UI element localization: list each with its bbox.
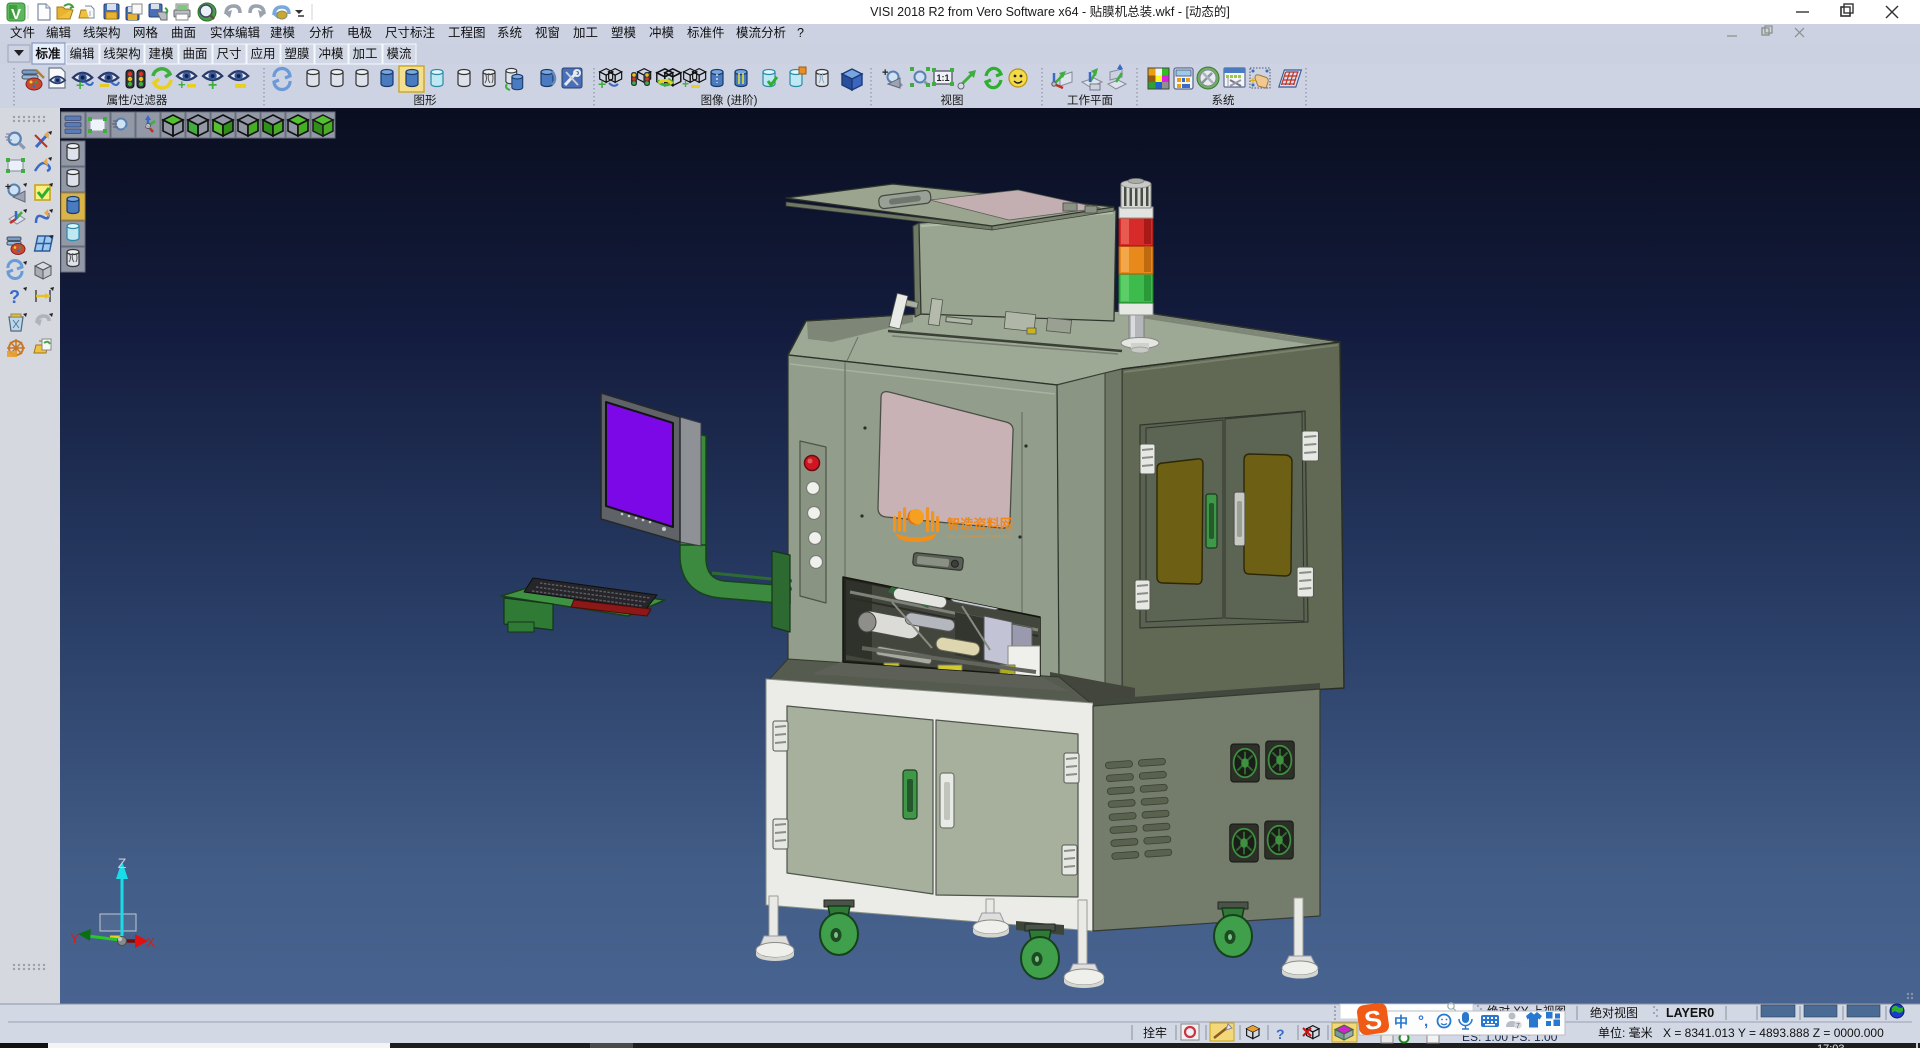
svg-text:标准: 标准 <box>34 46 61 61</box>
svg-text:分析: 分析 <box>309 26 334 40</box>
svg-text:尺寸: 尺寸 <box>216 47 241 61</box>
svg-text:线架构: 线架构 <box>103 46 141 61</box>
svg-text:图形: 图形 <box>414 94 437 107</box>
svg-text:塑模: 塑模 <box>611 25 637 40</box>
svg-text:17:03: 17:03 <box>1817 1043 1845 1048</box>
svg-text:冲模: 冲模 <box>649 25 675 40</box>
svg-text:应用: 应用 <box>250 46 275 61</box>
svg-text:建模: 建模 <box>270 26 296 40</box>
svg-text:编辑: 编辑 <box>46 25 71 40</box>
svg-text:+: + <box>208 77 217 94</box>
svg-text:单位: 毫米: 单位: 毫米 <box>1598 1025 1653 1040</box>
svg-text:建模: 建模 <box>148 47 174 61</box>
svg-text:编辑: 编辑 <box>69 46 94 61</box>
svg-text:°,: °, <box>1418 1013 1428 1030</box>
svg-text:视图: 视图 <box>941 93 964 107</box>
svg-text:Y: Y <box>70 930 80 946</box>
svg-text:+: + <box>882 67 888 79</box>
svg-text:电极: 电极 <box>347 26 373 40</box>
svg-text:模流分析: 模流分析 <box>736 26 786 40</box>
svg-text:加工: 加工 <box>352 47 377 61</box>
svg-text:?: ? <box>797 26 804 40</box>
svg-text:属性/过滤器: 属性/过滤器 <box>107 93 168 107</box>
svg-text:X = 8341.013 Y = 4893.888 Z =: X = 8341.013 Y = 4893.888 Z = 0000.000 <box>1663 1026 1884 1040</box>
svg-text:视窗: 视窗 <box>535 25 560 40</box>
svg-text:中: 中 <box>1394 1014 1408 1030</box>
svg-text:X: X <box>146 934 156 950</box>
svg-text:智造资料网: 智造资料网 <box>947 516 1013 532</box>
svg-text:VISI 2018 R2 from Vero Softwar: VISI 2018 R2 from Vero Software x64 - 贴膜… <box>870 4 1230 19</box>
svg-text:7: 7 <box>1516 1023 1520 1030</box>
svg-text:Z: Z <box>118 855 127 871</box>
svg-text:加工: 加工 <box>573 26 598 40</box>
svg-text:网格: 网格 <box>133 25 159 40</box>
svg-text:模流: 模流 <box>386 47 412 61</box>
svg-text:?: ? <box>1276 1026 1285 1042</box>
svg-text:系统: 系统 <box>1212 94 1235 107</box>
svg-text:冲模: 冲模 <box>318 46 344 61</box>
svg-text:曲面: 曲面 <box>171 26 196 40</box>
svg-text:+: + <box>178 77 186 92</box>
svg-text:?: ? <box>9 287 20 307</box>
svg-text:+: + <box>5 182 11 193</box>
svg-text:曲面: 曲面 <box>182 47 207 61</box>
svg-text:塑膜: 塑膜 <box>284 46 309 61</box>
svg-text:文件: 文件 <box>10 25 35 40</box>
svg-text:绝对视图: 绝对视图 <box>1590 1005 1638 1020</box>
svg-text:1:1: 1:1 <box>936 73 949 83</box>
svg-text:图像 (进阶): 图像 (进阶) <box>701 93 758 107</box>
svg-text:线架构: 线架构 <box>83 25 121 40</box>
svg-text:拴牢: 拴牢 <box>1143 1025 1167 1040</box>
svg-text:尺寸标注: 尺寸标注 <box>385 25 436 40</box>
svg-text:+: + <box>682 77 689 91</box>
svg-text:工程图: 工程图 <box>448 25 486 40</box>
svg-text:+: + <box>598 76 606 92</box>
svg-text:标准件: 标准件 <box>687 26 725 40</box>
svg-text:系统: 系统 <box>497 26 522 40</box>
svg-text:实体编辑: 实体编辑 <box>210 25 260 40</box>
svg-text:LAYER0: LAYER0 <box>1666 1006 1714 1020</box>
svg-text:工作平面: 工作平面 <box>1067 94 1113 107</box>
svg-text:V: V <box>11 6 21 23</box>
svg-text:INTELLIGENT MANUFACTURING DATA: INTELLIGENT MANUFACTURING DATA <box>947 534 1011 540</box>
svg-text:+: + <box>1250 76 1256 87</box>
svg-text:+: + <box>76 77 84 93</box>
